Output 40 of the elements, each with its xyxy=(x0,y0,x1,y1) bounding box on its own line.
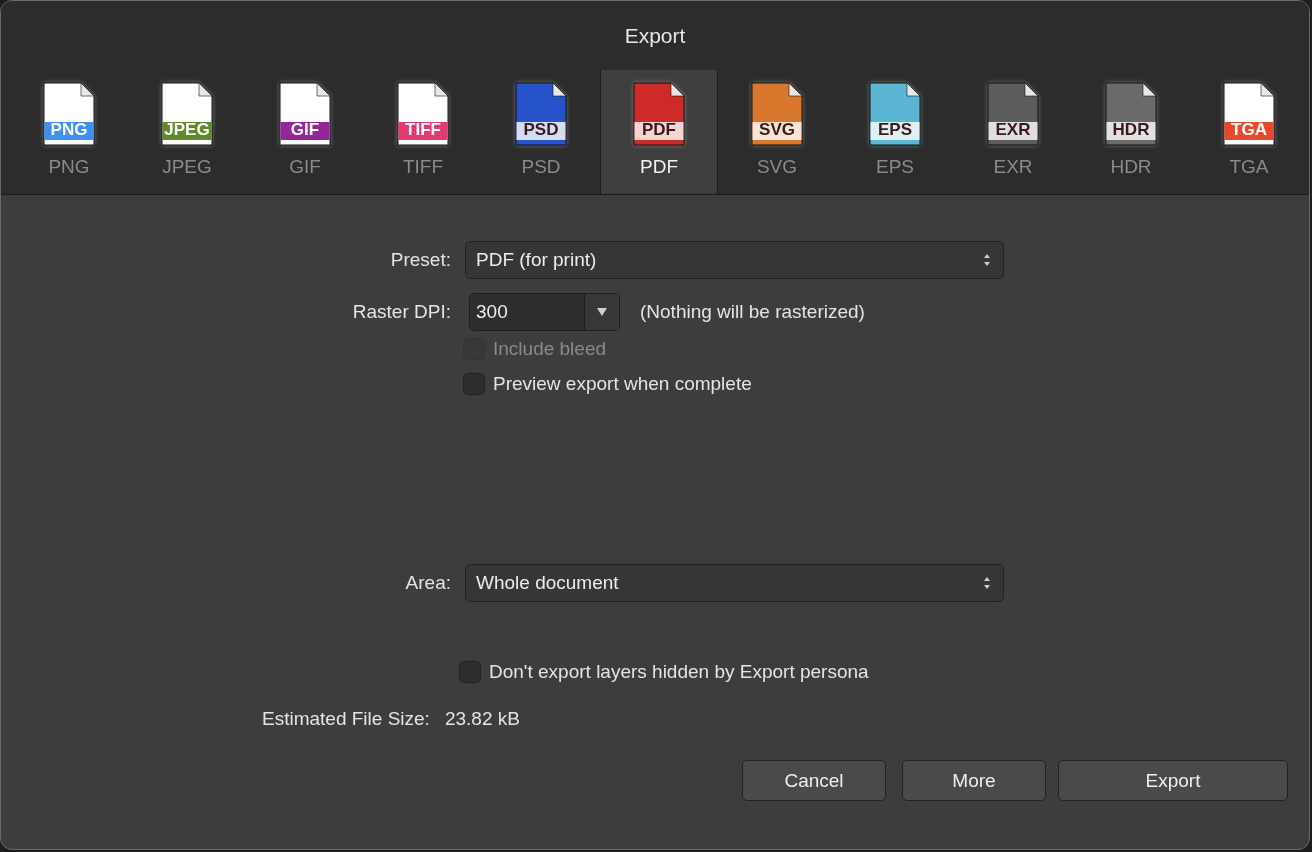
checkbox[interactable]: Preview export when complete xyxy=(463,373,752,395)
raster-note: (Nothing will be rasterized) xyxy=(640,301,865,323)
file-type-text: HDR xyxy=(1112,121,1150,139)
format-tab[interactable]: TIFF TIFF xyxy=(364,70,482,194)
format-tab[interactable]: TGA TGA xyxy=(1190,70,1308,194)
export-button[interactable]: Export xyxy=(1058,760,1288,801)
updown-arrows-icon xyxy=(983,576,991,590)
file-type-text: TGA xyxy=(1231,121,1267,139)
window-title: Export xyxy=(1,1,1309,70)
format-tab[interactable]: EPS EPS xyxy=(836,70,954,194)
file-type-text: PSD xyxy=(523,121,559,139)
file-type-text: SVG xyxy=(759,121,795,139)
checkbox[interactable]: Don't export layers hidden by Export persona xyxy=(459,661,869,683)
file-type-text: GIF xyxy=(290,121,320,139)
file-type-text: EPS xyxy=(878,121,912,139)
format-tab[interactable]: SVG SVG xyxy=(718,70,836,194)
format-tab[interactable]: PDF PDF xyxy=(600,70,718,194)
format-tab[interactable]: HDR HDR xyxy=(1072,70,1190,194)
format-tab[interactable]: PNG PNG xyxy=(10,70,128,194)
format-tab[interactable]: EXR EXR xyxy=(954,70,1072,194)
updown-arrows-icon xyxy=(983,253,991,267)
caret-icon xyxy=(596,307,608,317)
area-label: Area: xyxy=(404,572,451,594)
area-dropdown[interactable]: Whole document xyxy=(465,564,1004,602)
file-size-value: 23.82 kB xyxy=(444,708,520,730)
file-type-text: TIFF xyxy=(405,121,441,139)
cancel-button[interactable]: Cancel xyxy=(742,760,886,801)
preset-dropdown[interactable]: PDF (for print) xyxy=(465,241,1004,279)
format-tab[interactable]: GIF GIF xyxy=(246,70,364,194)
preset-label: Preset: xyxy=(389,249,451,271)
file-type-text: EXR xyxy=(995,121,1031,139)
raster-dpi-label: Raster DPI: xyxy=(351,301,451,323)
file-type-text: JPEG xyxy=(164,121,210,139)
raster-dpi-combobox[interactable]: 300 xyxy=(469,293,620,331)
format-tab[interactable]: PSD PSD xyxy=(482,70,600,194)
file-type-text: PNG xyxy=(50,121,88,139)
format-tab[interactable]: JPEG JPEG xyxy=(128,70,246,194)
file-size-label: Estimated File Size: xyxy=(262,708,430,730)
more-button[interactable]: More xyxy=(902,760,1046,801)
file-type-text: PDF xyxy=(642,121,676,139)
